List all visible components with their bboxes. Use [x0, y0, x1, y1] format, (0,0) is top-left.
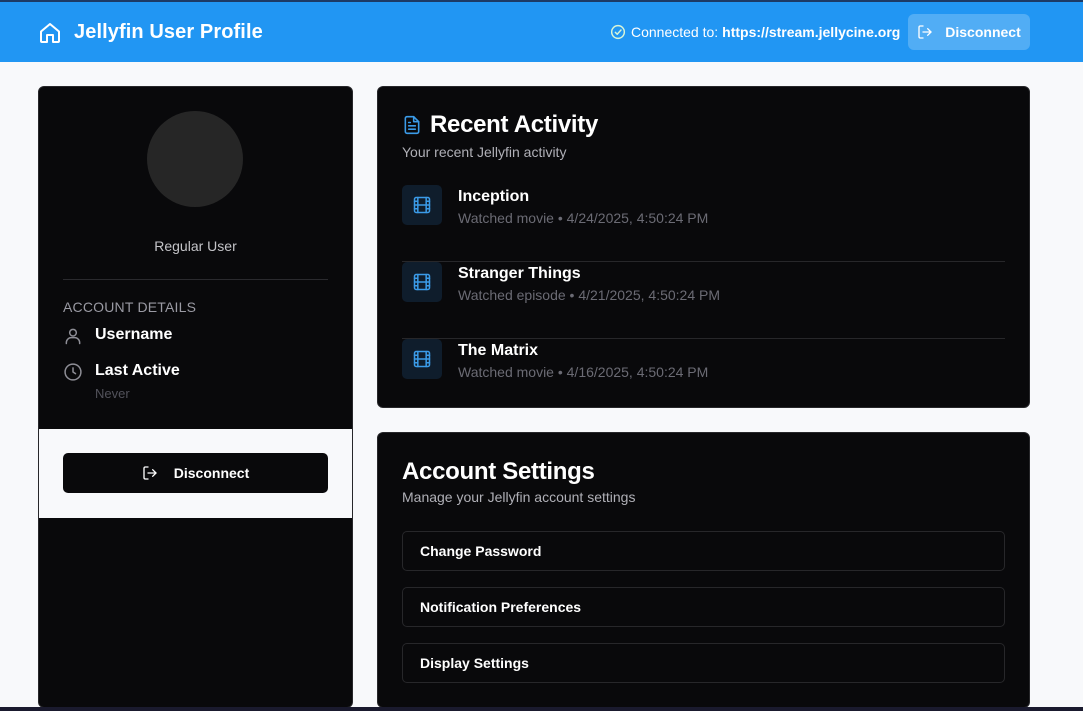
document-icon	[404, 115, 420, 135]
activity-meta: Watched movie • 4/24/2025, 4:50:24 PM	[458, 210, 709, 226]
profile-disconnect-label: Disconnect	[173, 465, 250, 481]
account-details-heading: ACCOUNT DETAILS	[63, 299, 197, 315]
connected-label: Connected to:	[631, 24, 719, 40]
activity-title: Stranger Things	[458, 265, 581, 282]
header-disconnect-label: Disconnect	[945, 24, 1021, 40]
last-active-label: Last Active	[95, 362, 180, 379]
account-settings-header: Account Settings	[402, 458, 595, 486]
recent-activity-header: Recent Activity	[402, 111, 598, 139]
connection-status: Connected to: https://stream.jellycine.o…	[610, 24, 900, 40]
recent-activity-title: Recent Activity	[430, 111, 599, 138]
activity-item[interactable]: Stranger Things Watched episode • 4/21/2…	[402, 262, 1005, 339]
film-icon	[402, 339, 442, 379]
display-settings-button[interactable]: Display Settings	[402, 643, 1005, 683]
recent-activity-subtitle: Your recent Jellyfin activity	[402, 144, 567, 160]
activity-item[interactable]: Inception Watched movie • 4/24/2025, 4:5…	[402, 185, 1005, 262]
server-url: https://stream.jellycine.org	[722, 24, 901, 40]
username-label: Username	[95, 326, 173, 343]
clock-icon	[64, 363, 82, 381]
account-settings-card: Account Settings Manage your Jellyfin ac…	[377, 432, 1030, 708]
activity-meta: Watched episode • 4/21/2025, 4:50:24 PM	[458, 287, 721, 303]
account-settings-title: Account Settings	[402, 458, 595, 485]
profile-divider	[63, 279, 328, 280]
profile-disconnect-button[interactable]: Disconnect	[63, 453, 328, 493]
account-settings-subtitle: Manage your Jellyfin account settings	[402, 489, 636, 505]
username-row: Username	[63, 326, 172, 346]
app-title: Jellyfin User Profile	[74, 21, 263, 43]
profile-card: Regular User ACCOUNT DETAILS Username La…	[38, 86, 353, 708]
check-circle-icon	[610, 24, 626, 40]
film-icon	[402, 262, 442, 302]
notification-preferences-button[interactable]: Notification Preferences	[402, 587, 1005, 627]
bottom-border	[0, 707, 1083, 711]
activity-title: The Matrix	[458, 342, 539, 359]
logout-icon	[918, 25, 932, 39]
app-header: Jellyfin User Profile Connected to: http…	[0, 2, 1083, 62]
user-role: Regular User	[154, 238, 237, 254]
change-password-button[interactable]: Change Password	[402, 531, 1005, 571]
film-icon	[402, 185, 442, 225]
logout-icon	[143, 466, 157, 480]
avatar	[147, 111, 243, 207]
home-icon[interactable]	[38, 21, 62, 45]
recent-activity-card: Recent Activity Your recent Jellyfin act…	[377, 86, 1030, 408]
activity-item[interactable]: The Matrix Watched movie • 4/16/2025, 4:…	[402, 339, 1005, 416]
activity-meta: Watched movie • 4/16/2025, 4:50:24 PM	[458, 364, 709, 380]
header-disconnect-button[interactable]: Disconnect	[908, 14, 1030, 50]
last-active-value: Never	[95, 386, 130, 401]
activity-title: Inception	[458, 188, 530, 205]
last-active-row: Last Active Never	[63, 362, 180, 401]
user-icon	[65, 328, 81, 345]
